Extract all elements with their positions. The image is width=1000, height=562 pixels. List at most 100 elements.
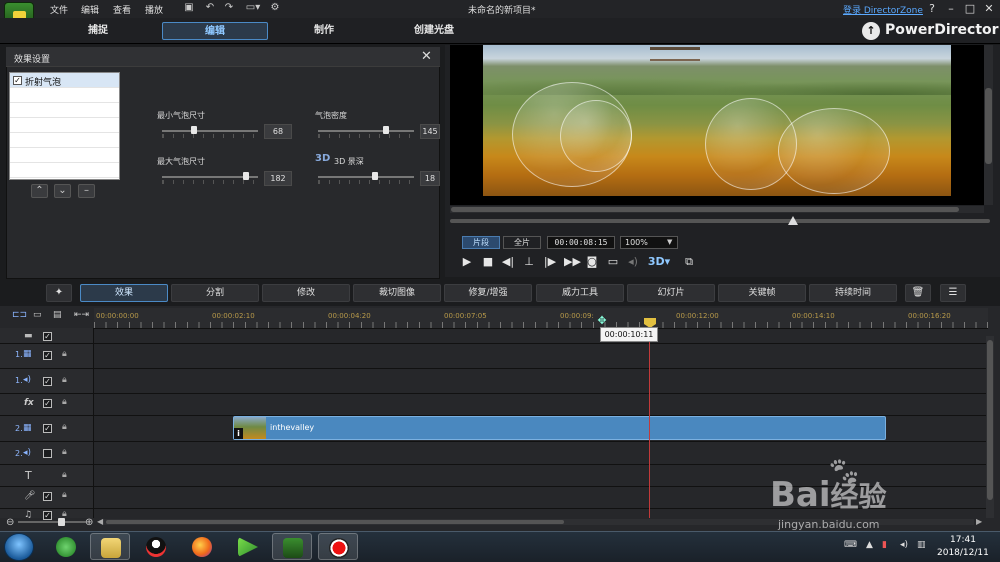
menu-edit[interactable]: 编辑 — [81, 3, 99, 16]
timeline-zoom-thumb[interactable] — [58, 518, 65, 526]
3d-mode-icon[interactable]: 3D▾ — [647, 255, 671, 269]
track-enable-checkbox[interactable]: ✓ — [43, 399, 52, 408]
effect-checkbox[interactable]: ✓ — [13, 76, 22, 85]
stop-icon[interactable]: ■ — [481, 255, 495, 269]
scrub-bar[interactable] — [450, 219, 990, 223]
next-frame-icon[interactable]: |▶ — [543, 255, 557, 269]
effect-settings-close-button[interactable]: ✕ — [421, 49, 432, 64]
scroll-left-icon[interactable]: ◀ — [97, 517, 103, 526]
timeline-ruler-mode-icon[interactable]: ⊏⊐ — [12, 310, 27, 320]
keyboard-tray-icon[interactable]: ⌨ — [844, 540, 857, 550]
fit-timeline-icon[interactable]: ⇤⇥ — [74, 310, 89, 320]
scroll-right-icon[interactable]: ▶ — [976, 517, 982, 526]
3d-depth-value[interactable]: 18 — [420, 171, 440, 186]
crop-image-button[interactable]: 裁切图像 — [353, 284, 441, 302]
undock-preview-icon[interactable]: ⧉ — [682, 255, 696, 269]
lock-icon[interactable]: 🔒︎ — [62, 397, 67, 407]
max-bubble-size-thumb[interactable] — [243, 172, 249, 180]
network-tray-icon[interactable]: ▥ — [917, 540, 926, 550]
taskbar-app-browser[interactable] — [46, 533, 86, 560]
power-tools-button[interactable]: 威力工具 — [536, 284, 624, 302]
lock-icon[interactable]: 🔒︎ — [62, 470, 67, 480]
min-bubble-size-slider[interactable] — [162, 130, 258, 132]
bubble-density-value[interactable]: 145 — [420, 124, 440, 139]
start-button[interactable] — [4, 533, 34, 561]
tab-edit[interactable]: 编辑 — [162, 22, 268, 40]
track-enable-checkbox[interactable]: ✓ — [43, 351, 52, 360]
duration-button[interactable]: 持续时间 — [809, 284, 897, 302]
pip-monitor-icon[interactable]: ▭ — [606, 255, 620, 269]
minimize-button[interactable]: – — [944, 2, 958, 16]
movie-mode-button[interactable]: 全片 — [503, 236, 541, 249]
track-enable-checkbox[interactable]: ✓ — [43, 492, 52, 501]
snapshot-icon[interactable]: ◙ — [585, 255, 599, 269]
track-enable-checkbox[interactable]: ✓ — [43, 377, 52, 386]
taskbar-app-powerdirector[interactable] — [272, 533, 312, 560]
min-bubble-size-thumb[interactable] — [191, 126, 197, 134]
bubble-density-slider[interactable] — [318, 130, 414, 132]
clock-date[interactable]: 2018/12/11 — [937, 548, 989, 558]
zoom-in-icon[interactable]: ⊕ — [85, 517, 93, 528]
help-button[interactable]: ? — [925, 2, 939, 16]
show-hidden-icons-icon[interactable]: ▲ — [866, 540, 873, 550]
clip-mode-button[interactable]: 片段 — [462, 236, 500, 249]
aspect-ratio-icon[interactable]: ▭▾ — [242, 2, 264, 14]
taskbar-app-qq[interactable] — [136, 533, 176, 560]
bubble-density-thumb[interactable] — [383, 126, 389, 134]
modify-button[interactable]: 修改 — [262, 284, 350, 302]
3d-depth-slider[interactable] — [318, 176, 414, 178]
taskbar-app-media[interactable] — [228, 533, 268, 560]
fix-enhance-button[interactable]: 修复/增强 — [444, 284, 532, 302]
play-icon[interactable]: ▶ — [460, 255, 474, 269]
library-toggle-icon[interactable]: ☰ — [940, 284, 966, 302]
maximize-button[interactable]: □ — [963, 2, 977, 16]
track-manager-icon[interactable]: ▤ — [53, 310, 62, 320]
delete-trash-icon[interactable]: 🗑 — [905, 284, 931, 302]
redo-icon[interactable]: ↷ — [222, 2, 236, 14]
menu-play[interactable]: 播放 — [145, 3, 163, 16]
effect-button[interactable]: 效果 — [80, 284, 168, 302]
effect-list-item[interactable]: ✓ 折射气泡 — [10, 73, 119, 88]
lock-icon[interactable]: 🔒︎ — [62, 349, 67, 359]
zoom-out-icon[interactable]: ⊖ — [6, 517, 14, 528]
preview-scrollbar-thumb[interactable] — [985, 88, 992, 164]
track-enable-checkbox[interactable] — [43, 449, 52, 458]
lock-icon[interactable]: 🔒︎ — [62, 375, 67, 385]
split-button[interactable]: 分割 — [171, 284, 259, 302]
volume-tray-icon[interactable]: ◂) — [900, 540, 908, 550]
settings-gear-icon[interactable]: ⚙ — [268, 2, 282, 14]
slideshow-button[interactable]: 幻灯片 — [627, 284, 715, 302]
clip-info-icon[interactable]: i — [234, 428, 243, 439]
timeline-hscrollbar-thumb[interactable] — [106, 520, 564, 524]
menu-view[interactable]: 查看 — [113, 3, 131, 16]
tab-produce[interactable]: 制作 — [271, 22, 377, 40]
close-button[interactable]: ✕ — [982, 2, 996, 16]
chevron-down-icon[interactable]: ▼ — [667, 238, 672, 246]
split-marker-icon[interactable]: ⊥ — [522, 255, 536, 269]
keyframe-button[interactable]: 关键帧 — [718, 284, 806, 302]
login-directorzone-link[interactable]: 登录 DirectorZone — [843, 3, 923, 16]
3d-depth-thumb[interactable] — [372, 172, 378, 180]
volume-icon[interactable]: ◂) — [626, 255, 640, 269]
tab-create-disc[interactable]: 创建光盘 — [381, 22, 487, 40]
lock-icon[interactable]: 🔒︎ — [62, 422, 67, 432]
timeline-clip[interactable] — [233, 416, 886, 440]
timecode-field[interactable]: 00:00:08:15 — [547, 236, 615, 249]
timeline-vscrollbar-thumb[interactable] — [987, 340, 993, 500]
fast-forward-icon[interactable]: ▶▶ — [564, 255, 581, 269]
taskbar-app-firefox[interactable] — [182, 533, 222, 560]
save-icon[interactable]: ▣ — [182, 2, 196, 14]
taskbar-app-recorder[interactable] — [318, 533, 358, 560]
min-bubble-size-value[interactable]: 68 — [264, 124, 292, 139]
tab-capture[interactable]: 捕捉 — [45, 22, 151, 40]
preview-hscrollbar-thumb[interactable] — [451, 207, 959, 212]
prev-frame-icon[interactable]: ◀| — [501, 255, 515, 269]
track-enable-checkbox[interactable]: ✓ — [43, 424, 52, 433]
track-enable-checkbox[interactable]: ✓ — [43, 332, 52, 341]
lock-icon[interactable]: 🔒︎ — [62, 447, 67, 457]
device-tray-icon[interactable]: ▮ — [882, 540, 887, 550]
track-enable-checkbox[interactable]: ✓ — [43, 511, 52, 520]
playhead-line[interactable] — [649, 322, 650, 518]
storyboard-icon[interactable]: ▭ — [33, 310, 42, 320]
move-up-button[interactable]: ⌃ — [31, 184, 48, 198]
